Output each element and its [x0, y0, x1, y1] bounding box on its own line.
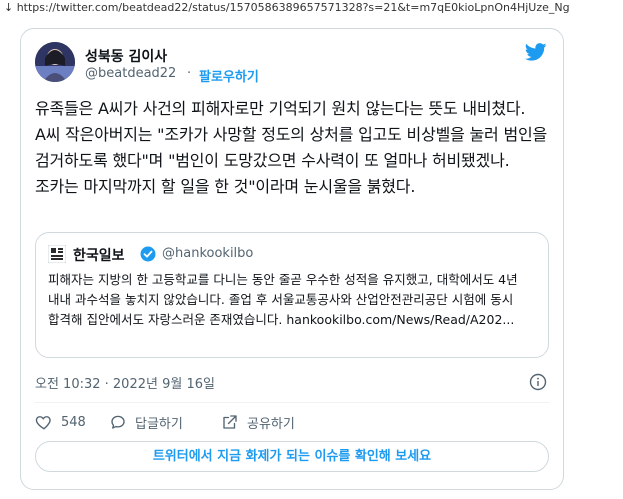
reply-button[interactable]: 답글하기	[109, 411, 183, 433]
share-icon	[223, 415, 237, 429]
like-button[interactable]: 548	[35, 411, 86, 433]
hankookilbo-logo-icon	[48, 245, 66, 263]
separator-dot: ·	[187, 66, 192, 81]
quoted-tweet[interactable]: 한국일보 @hankookilbo 피해자는 지방의 한 고등학교를 다니는 동…	[35, 232, 549, 358]
tweet-actions: 548 답글하기 공유하기	[35, 411, 435, 433]
follow-button[interactable]: 팔로우하기	[199, 66, 259, 85]
quoted-author-name: 한국일보	[73, 248, 125, 264]
verified-badge-icon	[140, 246, 156, 262]
heart-icon	[35, 416, 51, 430]
info-icon[interactable]	[529, 373, 547, 391]
share-button[interactable]: 공유하기	[221, 411, 295, 433]
twitter-bird-icon[interactable]	[525, 43, 547, 61]
tweet-card: 성북동 김이사 @beatdead22 · 팔로우하기 유족들은 A씨가 사건의…	[20, 28, 564, 490]
reply-icon	[111, 415, 125, 429]
divider	[35, 402, 549, 403]
share-label: 공유하기	[247, 416, 295, 432]
reply-label: 답글하기	[135, 416, 183, 432]
quoted-author-handle: @hankookilbo	[162, 246, 254, 261]
tweet-timestamp[interactable]: 오전 10:32 · 2022년 9월 16일	[35, 373, 215, 392]
like-count: 548	[61, 414, 86, 430]
author-handle[interactable]: @beatdead22	[85, 66, 176, 81]
tweet-text: 유족들은 A씨가 사건의 피해자로만 기억되기 원치 않는다는 뜻도 내비쳤다.…	[35, 99, 547, 196]
avatar[interactable]	[35, 42, 75, 82]
url-text[interactable]: ↓ https://twitter.com/beatdead22/status/…	[4, 0, 619, 16]
explore-trends-button[interactable]: 트위터에서 지금 화제가 되는 이슈를 확인해 보세요	[35, 441, 549, 472]
quoted-tweet-text: 피해자는 지방의 한 고등학교를 다니는 동안 줄곧 우수한 성적을 유지했고,…	[48, 272, 518, 327]
author-name[interactable]: 성북동 김이사	[85, 46, 167, 66]
